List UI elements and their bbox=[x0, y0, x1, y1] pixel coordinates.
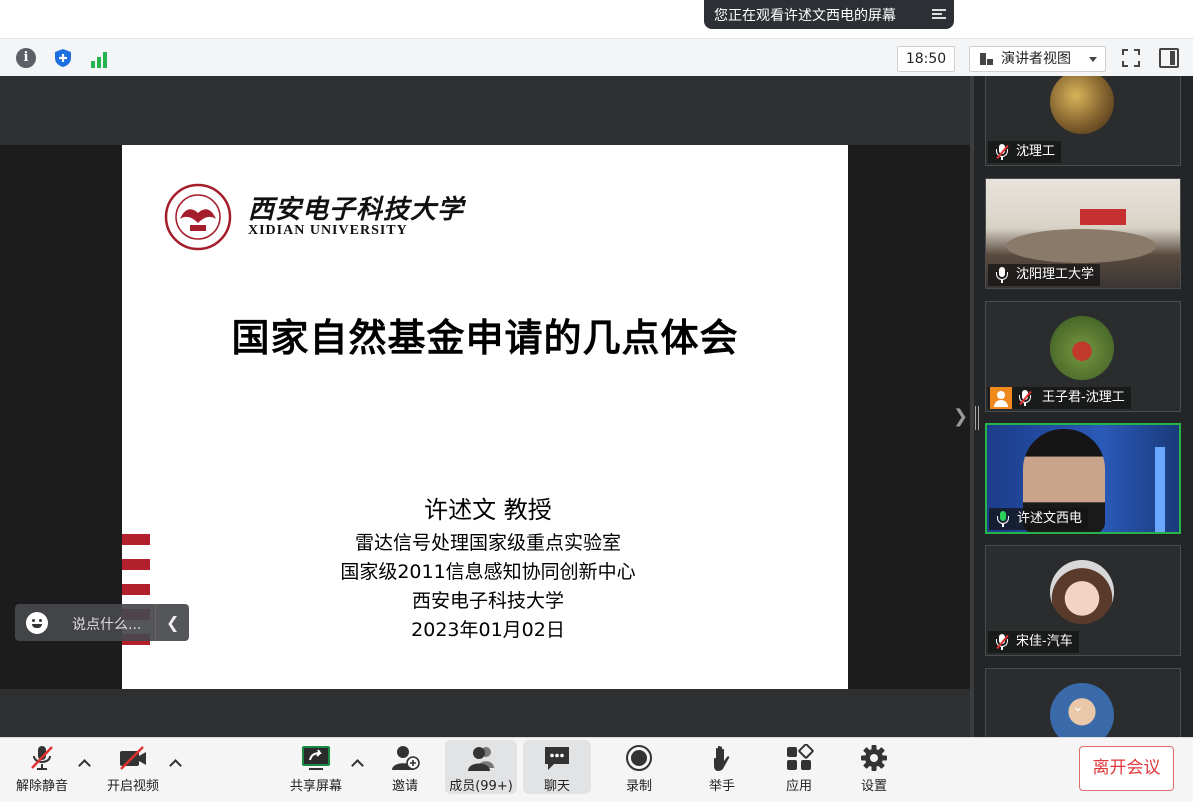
participant-name: 沈理工 bbox=[1016, 144, 1056, 159]
screen-share-banner: 您正在观看许述文西电的屏幕 bbox=[704, 0, 954, 29]
unmute-button[interactable]: 解除静音 bbox=[10, 738, 74, 798]
info-icon[interactable]: i bbox=[16, 48, 36, 68]
participant-name: 宋佳-汽车 bbox=[1016, 634, 1073, 649]
start-video-button[interactable]: 开启视频 bbox=[101, 738, 165, 798]
chat-icon bbox=[545, 747, 569, 770]
mic-muted-icon bbox=[995, 144, 1009, 160]
avatar bbox=[1050, 560, 1114, 624]
participants-label: 成员(99+) bbox=[449, 779, 513, 794]
share-screen-label: 共享屏幕 bbox=[289, 779, 342, 794]
stage-top-bar bbox=[0, 76, 970, 145]
mic-icon bbox=[995, 267, 1009, 283]
chat-button[interactable]: 聊天 bbox=[523, 740, 591, 794]
chevron-up-icon[interactable] bbox=[170, 758, 180, 768]
apps-label: 应用 bbox=[785, 779, 812, 794]
participants-panel: 沈理工 沈阳理工大学 王子君-沈理工 许述文西电 宋佳-汽车 ⌄ bbox=[970, 76, 1193, 748]
chevron-up-icon[interactable] bbox=[352, 758, 362, 768]
raise-hand-label: 举手 bbox=[708, 779, 735, 794]
participant-tile[interactable]: 王子君-沈理工 bbox=[985, 301, 1181, 412]
chevron-left-icon[interactable]: ❮ bbox=[166, 613, 179, 632]
university-seal-icon bbox=[164, 183, 232, 251]
mic-active-icon bbox=[996, 511, 1010, 527]
affiliation-line: 西安电子科技大学 bbox=[411, 590, 564, 612]
mic-muted-icon bbox=[31, 746, 53, 770]
affiliation-line: 雷达信号处理国家级重点实验室 bbox=[354, 532, 621, 554]
participant-name: 沈阳理工大学 bbox=[1016, 267, 1095, 282]
meeting-clock: 18:50 bbox=[897, 46, 955, 72]
chat-placeholder[interactable]: 说点什么... bbox=[72, 614, 141, 634]
city-tower bbox=[1155, 447, 1165, 532]
presentation-slide: 西安电子科技大学 XIDIAN UNIVERSITY 国家自然基金申请的几点体会… bbox=[122, 145, 848, 689]
settings-label: 设置 bbox=[860, 779, 887, 794]
participant-tile[interactable]: 沈阳理工大学 bbox=[985, 178, 1181, 289]
university-name-en: XIDIAN UNIVERSITY bbox=[248, 223, 408, 238]
add-user-icon bbox=[392, 746, 420, 770]
slide-title: 国家自然基金申请的几点体会 bbox=[231, 316, 739, 360]
participants-icon bbox=[468, 747, 494, 771]
participants-button[interactable]: 成员(99+) bbox=[445, 740, 517, 794]
chevron-up-icon[interactable] bbox=[79, 758, 89, 768]
participant-tile[interactable]: 沈理工 bbox=[985, 76, 1181, 166]
menu-icon[interactable] bbox=[932, 7, 946, 21]
divider bbox=[155, 604, 156, 641]
invite-label: 邀请 bbox=[391, 779, 418, 794]
university-name-cn: 西安电子科技大学 bbox=[248, 195, 465, 225]
participant-name: 王子君-沈理工 bbox=[1042, 390, 1125, 405]
person-icon bbox=[990, 387, 1012, 409]
raise-hand-button[interactable]: 举手 bbox=[697, 738, 747, 798]
presenter-name: 许述文 教授 bbox=[424, 496, 552, 524]
meeting-controls: 解除静音 开启视频 共享屏幕 邀请 成员(99+) 聊天 录制 举手 应用 设置… bbox=[0, 737, 1193, 802]
meeting-table bbox=[1006, 229, 1156, 263]
mic-muted-icon bbox=[995, 634, 1009, 650]
participant-name-tag: 宋佳-汽车 bbox=[988, 631, 1079, 653]
record-icon bbox=[626, 745, 652, 771]
participant-name-tag: 沈理工 bbox=[988, 141, 1062, 163]
stage-bottom-bar bbox=[0, 689, 970, 737]
chevron-down-icon[interactable]: ⌄ bbox=[1072, 699, 1084, 715]
participant-name: 许述文西电 bbox=[1017, 511, 1083, 526]
participant-tile[interactable]: 宋佳-汽车 bbox=[985, 545, 1181, 656]
apps-button[interactable]: 应用 bbox=[774, 738, 824, 798]
side-panel-icon[interactable] bbox=[1159, 48, 1179, 68]
view-mode-select[interactable]: 演讲者视图 bbox=[969, 46, 1106, 72]
participant-name-tag: 王子君-沈理工 bbox=[988, 387, 1131, 409]
record-button[interactable]: 录制 bbox=[614, 738, 664, 798]
participant-name-tag: 沈阳理工大学 bbox=[988, 264, 1101, 286]
chat-label: 聊天 bbox=[543, 779, 570, 794]
quick-chat-input[interactable]: 说点什么... ❮ bbox=[15, 604, 189, 641]
settings-button[interactable]: 设置 bbox=[849, 738, 899, 798]
avatar bbox=[1050, 316, 1114, 380]
slide-date: 2023年01月02日 bbox=[411, 619, 565, 641]
gear-icon bbox=[861, 745, 887, 771]
meeting-room-banner bbox=[1080, 209, 1126, 225]
meeting-toolbar: i 18:50 演讲者视图 bbox=[0, 38, 1193, 78]
share-screen-button[interactable]: 共享屏幕 bbox=[284, 738, 348, 798]
participant-tile-active[interactable]: 许述文西电 bbox=[985, 423, 1181, 534]
participant-name-tag: 许述文西电 bbox=[989, 508, 1089, 530]
participant-tile[interactable]: ⌄ bbox=[985, 668, 1181, 748]
leave-meeting-button[interactable]: 离开会议 bbox=[1079, 746, 1174, 791]
start-video-label: 开启视频 bbox=[106, 779, 159, 794]
emoji-icon[interactable] bbox=[26, 612, 48, 634]
signal-icon[interactable] bbox=[91, 48, 111, 68]
record-label: 录制 bbox=[625, 779, 652, 794]
share-screen-icon bbox=[302, 746, 330, 770]
mic-muted-icon bbox=[1018, 390, 1032, 406]
shared-screen: 西安电子科技大学 XIDIAN UNIVERSITY 国家自然基金申请的几点体会… bbox=[0, 76, 970, 737]
fullscreen-icon[interactable] bbox=[1121, 48, 1141, 68]
banner-text: 您正在观看许述文西电的屏幕 bbox=[714, 7, 896, 24]
chevron-down-icon bbox=[1089, 57, 1097, 62]
chevron-right-icon[interactable]: ❯ bbox=[953, 406, 968, 427]
apps-icon bbox=[787, 744, 814, 770]
shield-icon[interactable] bbox=[53, 48, 73, 68]
panel-resize-handle[interactable] bbox=[975, 406, 979, 430]
layout-icon bbox=[980, 53, 993, 65]
avatar bbox=[1050, 76, 1114, 134]
unmute-label: 解除静音 bbox=[15, 779, 68, 794]
affiliation-line: 国家级2011信息感知协同创新中心 bbox=[340, 561, 636, 583]
invite-button[interactable]: 邀请 bbox=[380, 738, 430, 798]
hand-icon bbox=[714, 745, 730, 771]
video-off-icon bbox=[120, 746, 146, 770]
view-mode-label: 演讲者视图 bbox=[1001, 51, 1071, 67]
